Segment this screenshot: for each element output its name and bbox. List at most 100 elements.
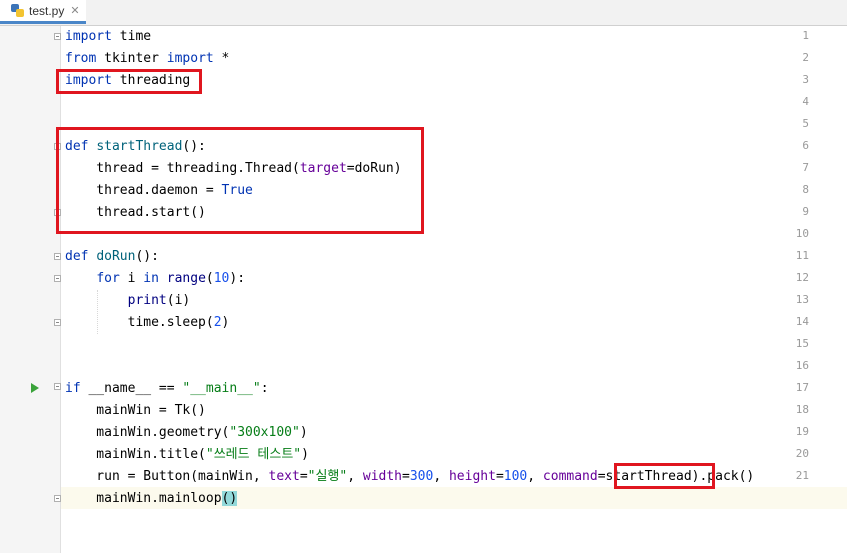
keyword: import (166, 51, 214, 66)
code-text: tkinter (96, 51, 167, 66)
line-number-gutter (0, 26, 61, 553)
line-number: 6 (802, 139, 809, 152)
line-number: 4 (802, 95, 809, 108)
code-text: = (495, 469, 504, 484)
code-text: time (111, 29, 152, 44)
code-text: mainWin.geometry( (65, 425, 230, 440)
string: "쓰레드 테스트" (205, 447, 302, 462)
code-line-14: time.sleep(2) (65, 312, 230, 334)
number: 300 (409, 469, 434, 484)
line-number: 16 (795, 359, 809, 372)
highlight-box-command (614, 463, 715, 489)
line-number: 18 (795, 403, 809, 416)
code-line-22: mainWin.mainloop() (65, 488, 238, 510)
code-text: = (402, 469, 410, 484)
keyword: from (65, 51, 97, 66)
line-number: 12 (795, 271, 809, 284)
python-file-icon (11, 4, 24, 17)
line-number: 21 (795, 469, 809, 482)
code-line-1: import time (65, 26, 151, 48)
code-text: mainWin.title( (65, 447, 206, 462)
fold-marker-icon[interactable] (54, 319, 61, 326)
tab-title: test.py (29, 3, 65, 18)
code-text: (): (135, 249, 159, 264)
matched-brackets: () (221, 491, 238, 506)
line-number: 2 (802, 51, 809, 64)
code-line-2: from tkinter import * (65, 48, 229, 70)
code-text: __name__ == (80, 381, 183, 396)
code-text: : (260, 381, 269, 396)
code-text: i (119, 271, 144, 286)
keyword: def (65, 249, 89, 264)
code-line-12: for i in range(10): (65, 268, 245, 290)
line-number: 1 (802, 29, 809, 42)
fold-marker-icon[interactable] (54, 383, 61, 390)
builtin: print (127, 293, 167, 308)
code-line-20: mainWin.title("쓰레드 테스트") (65, 444, 309, 466)
line-number: 19 (795, 425, 809, 438)
code-text: ) (299, 425, 308, 440)
param-name: height (448, 469, 496, 484)
string: "실행" (307, 469, 348, 484)
code-line-13: print(i) (65, 290, 191, 312)
tab-test-py[interactable]: test.py ✕ (0, 0, 86, 24)
code-text: (i) (166, 293, 191, 308)
param-name: command (542, 469, 598, 484)
line-number: 9 (802, 205, 809, 218)
line-number: 5 (802, 117, 809, 130)
keyword: if (65, 381, 81, 396)
line-number: 17 (795, 381, 809, 394)
line-number: 3 (802, 73, 809, 86)
param-name: text (268, 469, 300, 484)
keyword: in (143, 271, 159, 286)
keyword: for (96, 271, 120, 286)
code-line-11: def doRun(): (65, 246, 159, 268)
fold-marker-icon[interactable] (54, 495, 61, 502)
number: 10 (213, 271, 230, 286)
code-text: , (527, 469, 543, 484)
code-text: ) (301, 447, 309, 462)
code-text: time.sleep( (65, 315, 214, 330)
code-line-17: if __name__ == "__main__": (65, 378, 269, 400)
param-name: width (362, 469, 403, 484)
code-text: mainWin.mainloop (65, 491, 222, 506)
line-number: 13 (795, 293, 809, 306)
code-text: ): (229, 271, 246, 286)
code-line-19: mainWin.geometry("300x100") (65, 422, 308, 444)
code-text: , (433, 469, 449, 484)
line-number: 11 (795, 249, 809, 262)
code-text: ( (205, 271, 214, 286)
code-text: mainWin = Tk() (65, 403, 206, 418)
editor-tab-bar: test.py ✕ (0, 0, 847, 26)
code-text: , (347, 469, 363, 484)
fold-marker-icon[interactable] (54, 275, 61, 282)
keyword: import (65, 29, 112, 44)
builtin: range (166, 271, 206, 286)
line-number: 7 (802, 161, 809, 174)
line-number: 8 (802, 183, 809, 196)
code-text: * (213, 51, 230, 66)
line-number: 14 (795, 315, 809, 328)
close-tab-icon[interactable]: ✕ (70, 4, 79, 17)
highlight-box-import (56, 69, 202, 94)
fold-marker-icon[interactable] (54, 33, 61, 40)
highlight-box-startthread (56, 127, 424, 234)
line-number: 20 (795, 447, 809, 460)
line-number: 10 (795, 227, 809, 240)
code-text: ) (221, 315, 230, 330)
line-number: 15 (795, 337, 809, 350)
string: "300x100" (229, 425, 300, 440)
number: 2 (213, 315, 222, 330)
code-text: = (299, 469, 308, 484)
number: 100 (503, 469, 528, 484)
code-text: = (597, 469, 606, 484)
run-icon[interactable] (31, 383, 39, 393)
fold-marker-icon[interactable] (54, 253, 61, 260)
string: "__main__" (182, 381, 261, 396)
function-name: doRun (96, 249, 136, 264)
code-line-18: mainWin = Tk() (65, 400, 206, 422)
code-text: run = Button(mainWin, (65, 469, 269, 484)
